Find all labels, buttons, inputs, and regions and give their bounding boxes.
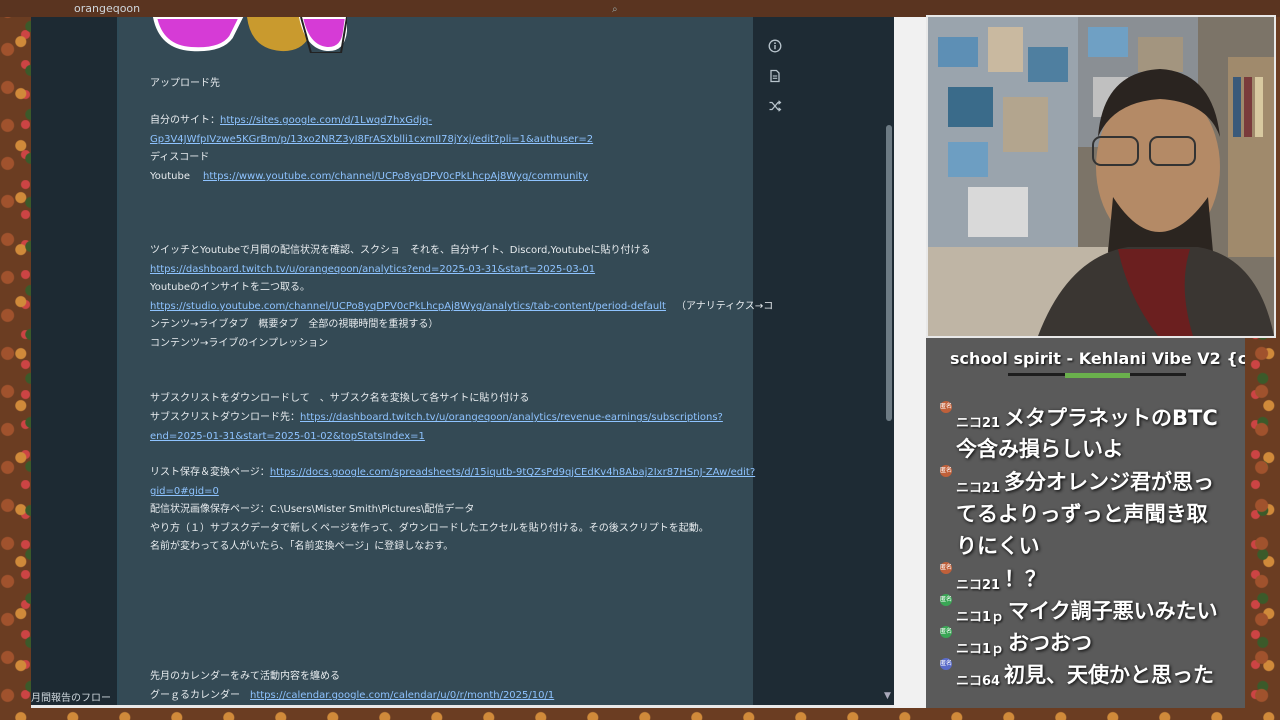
studio-link[interactable]: https://studio.youtube.com/channel/UCPo8… (150, 301, 666, 312)
list-link-cont[interactable]: gid=0#gid=0 (150, 486, 219, 497)
rename-text: 名前が変わってる人がいたら、「名前変換ページ」に登録しなおす。 (150, 541, 454, 552)
studio-line: https://studio.youtube.com/channel/UCPo8… (150, 300, 773, 313)
info-icon[interactable] (768, 39, 782, 53)
chat-message-line: 多分オレンジ君が思っ (1004, 470, 1214, 494)
shuffle-icon[interactable] (768, 99, 782, 113)
chat-message-line: メタプラネットのBTC (1004, 406, 1218, 430)
twitch-analytics-link[interactable]: https://dashboard.twitch.tv/u/orangeqoon… (150, 264, 595, 275)
chat-username: ニコ1ｐ (956, 610, 1005, 625)
sub-dl-link-cont[interactable]: end=2025-01-31&start=2025-01-02&topStats… (150, 431, 425, 442)
chat-message-line: てるよりっずっと声聞き取 (956, 502, 1208, 526)
now-playing-title: school spirit - Kehlani Vibe V2 {cir (950, 349, 1245, 368)
document-bottom-edge (31, 705, 894, 708)
chat-message-line: マイク調子悪いみたい (1008, 599, 1218, 623)
list-line: リスト保存＆変換ページ：https://docs.google.com/spre… (150, 466, 755, 479)
youtube-link[interactable]: https://www.youtube.com/channel/UCPo8yqD… (203, 171, 588, 182)
calendar-link[interactable]: https://calendar.google.com/calendar/u/0… (250, 690, 554, 701)
list-line-2: gid=0#gid=0 (150, 485, 219, 498)
sub-dl-link[interactable]: https://dashboard.twitch.tv/u/orangeqoon… (300, 412, 723, 423)
user-badge-icon: 匿名 (940, 562, 952, 574)
howto-text: やり方（１）サブスクデータで新しくページを作って、ダウンロードしたエクセルを貼り… (150, 523, 709, 534)
calendar-heading: 先月のカレンダーをみて活動内容を纏める (150, 671, 340, 682)
youtube-label: Youtube (150, 171, 190, 182)
list-label: リスト保存＆変換ページ： (150, 467, 270, 478)
chat-username: ニコ21 (956, 481, 1001, 496)
document-icon[interactable] (768, 69, 782, 83)
user-badge-icon: 匿名 (940, 401, 952, 413)
chat-message-line: ！？ (1004, 567, 1046, 591)
user-badge-icon: 匿名 (940, 594, 952, 606)
image-save-text: 配信状況画像保存ページ：C:\Users\Mister Smith\Pictur… (150, 504, 475, 515)
mysite-link[interactable]: https://sites.google.com/d/1Lwqd7hxGdjq- (220, 115, 432, 126)
calendar-line: グーｇるカレンダー https://calendar.google.com/cal… (150, 689, 554, 702)
chat-message-line: おつおつ (1008, 631, 1092, 655)
document-window: ▼ 月間報告のフロー アップロード先 自分のサイト：https://sites.… (31, 17, 894, 705)
mysite-line-2: Gp3V4JWfpIVzwe5KGrBm/p/13xo2NRZ3yI8FrASX… (150, 133, 593, 146)
now-playing-progress-indicator (1065, 373, 1130, 378)
list-link[interactable]: https://docs.google.com/spreadsheets/d/1… (270, 467, 755, 478)
calendar-label: グーｇるカレンダー (150, 690, 240, 701)
twitch-analytics-line: https://dashboard.twitch.tv/u/orangeqoon… (150, 263, 595, 276)
mysite-label: 自分のサイト： (150, 115, 220, 126)
scrollbar-thumb[interactable] (886, 125, 892, 421)
outline-item[interactable]: 月間報告のフロー (31, 689, 117, 704)
side-panel (753, 17, 894, 705)
chat-message-line: 初見、天使かと思った (1004, 663, 1214, 687)
chat-username: ニコ1ｐ (956, 642, 1005, 657)
scroll-down-arrow-icon[interactable]: ▼ (884, 691, 891, 701)
user-badge-icon: 匿名 (940, 626, 952, 638)
chat-message-line: りにくい (956, 534, 1040, 558)
doc-title: orangeqoon (74, 2, 141, 15)
content-live-text: コンテンツ→ライブのインプレッション (150, 338, 329, 349)
logo-image (151, 17, 347, 53)
mysite-link-cont[interactable]: Gp3V4JWfpIVzwe5KGrBm/p/13xo2NRZ3yI8FrASX… (150, 134, 593, 145)
chat-username: ニコ21 (956, 416, 1001, 431)
studio-note-cont: ンテンツ→ライブタブ 概要タブ 全部の視聴時間を重視する） (150, 319, 439, 330)
chat-message-line: 今含み損らしいよ (956, 437, 1124, 461)
yt-insight-text: Youtubeのインサイトを二つ取る。 (150, 282, 310, 293)
youtube-line: Youtube https://www.youtube.com/channel/U… (150, 170, 588, 183)
mysite-line: 自分のサイト：https://sites.google.com/d/1Lwqd7… (150, 114, 432, 127)
sub-dl-label: サブスクリストダウンロード先： (150, 412, 300, 423)
discord-label: ディスコード (150, 152, 210, 163)
chat-username: ニコ21 (956, 578, 1001, 593)
chat-username: ニコ64 (956, 674, 1001, 689)
check-heading: ツイッチとYoutubeで月間の配信状況を確認、スクショ それを、自分サイト、D… (150, 245, 651, 256)
outline-gutter (31, 17, 118, 705)
sub-dl-line: サブスクリストダウンロード先：https://dashboard.twitch.… (150, 411, 723, 424)
sub-dl-line-2: end=2025-01-31&start=2025-01-02&topStats… (150, 430, 425, 443)
user-badge-icon: 匿名 (940, 465, 952, 477)
studio-note: （アナリティクス→コ (675, 301, 774, 312)
user-badge-icon: 匿名 (940, 658, 952, 670)
search-icon[interactable]: ⌕ (612, 4, 624, 15)
webcam-feed (926, 15, 1276, 338)
window-edge (894, 17, 926, 708)
upload-heading: アップロード先 (150, 78, 220, 89)
sub-heading: サブスクリストをダウンロードして 、サブスク名を変換して各サイトに貼り付ける (150, 393, 530, 404)
